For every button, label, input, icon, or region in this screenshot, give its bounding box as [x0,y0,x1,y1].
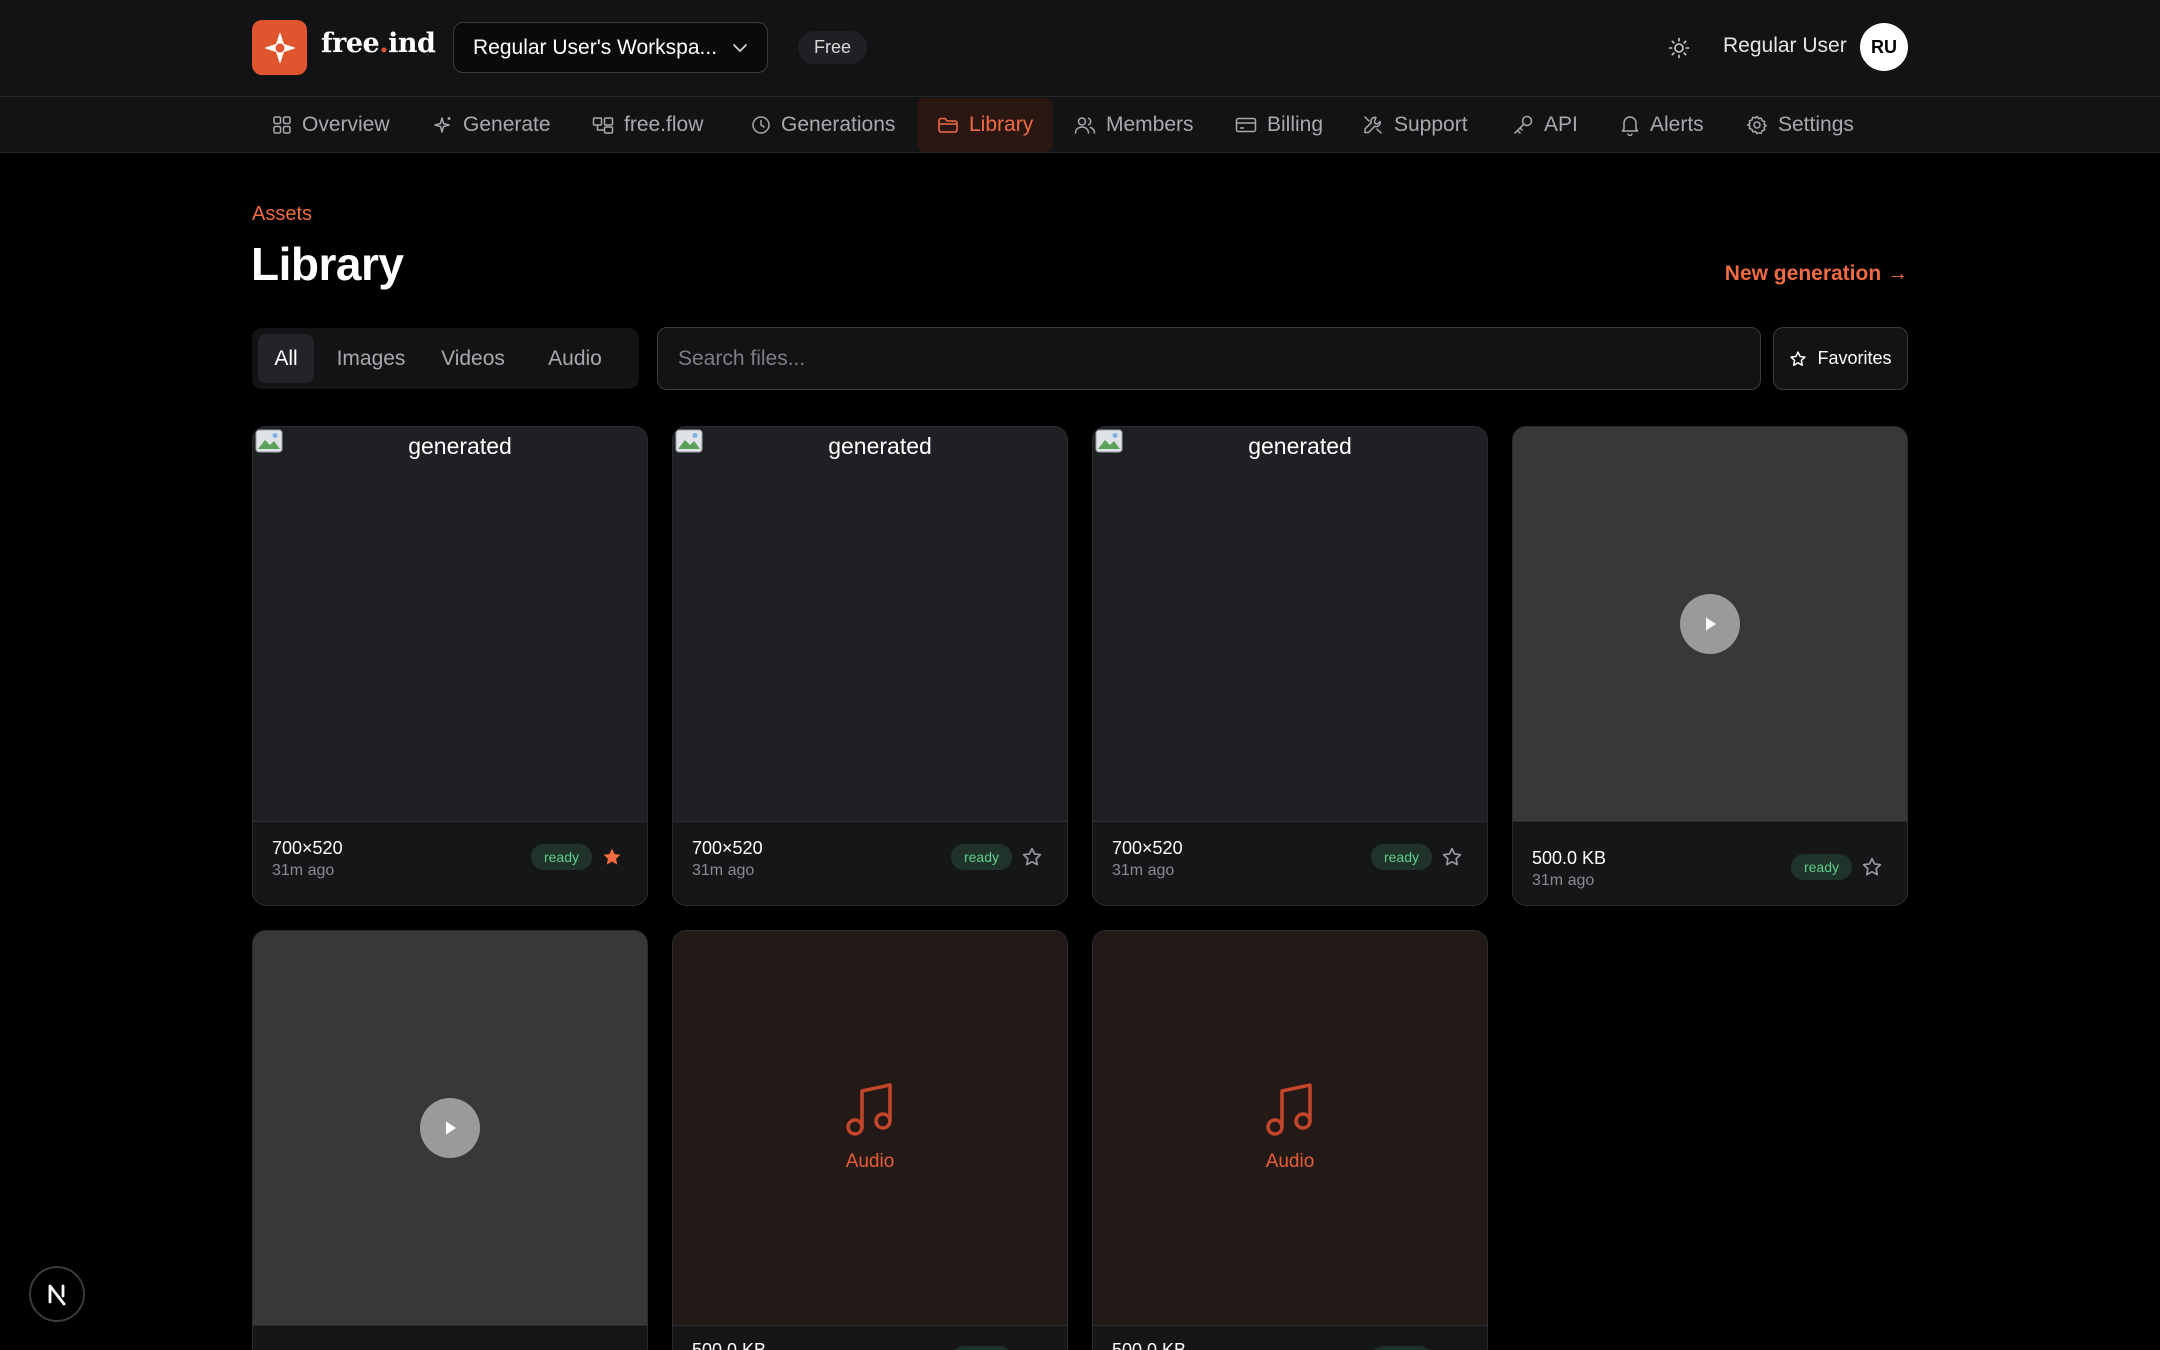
nav-item-settings[interactable]: Settings [1726,98,1874,152]
asset-meta: 700×520 31m ago ready [253,821,647,905]
media-filter-tabs: All Images Videos Audio [252,328,639,389]
play-icon [446,1121,456,1135]
star-filled-icon[interactable] [601,846,623,868]
star-icon[interactable] [1441,846,1463,868]
status-badge: ready [1370,1346,1432,1350]
nav-item-alerts[interactable]: Alerts [1600,98,1724,152]
image-thumbnail: generated [673,427,1067,821]
asset-meta: 700×520 31m ago ready [1093,821,1487,905]
image-alt-text: generated [408,433,512,459]
asset-size: 500.0 KB [692,1340,767,1350]
asset-size: 500.0 KB [1112,1340,1187,1350]
sparkle-icon [434,117,451,133]
card-icon [1235,117,1257,133]
nav-item-generations[interactable]: Generations [731,98,915,152]
image-alt-text: generated [1248,433,1352,459]
workspace-name: Regular User's Workspa... [473,35,718,59]
clock-icon [752,116,770,134]
audio-thumbnail: Audio [673,931,1067,1325]
asset-card[interactable] [252,930,648,1350]
theme-toggle[interactable] [1664,33,1694,63]
asset-time: 31m ago [692,862,755,879]
play-icon [1706,617,1716,631]
workspace-selector[interactable]: Regular User's Workspa... [453,22,768,73]
asset-meta: 700×520 31m ago ready [673,821,1067,905]
avatar[interactable]: RU [1860,23,1908,71]
asset-card[interactable]: Audio 500.0 KB ready [672,930,1068,1350]
asset-dimensions: 700×520 [692,838,763,858]
play-button[interactable] [420,1098,480,1158]
dev-tools-button[interactable] [29,1266,85,1322]
status-badge: ready [950,1346,1012,1350]
audio-label: Audio [1265,1151,1315,1172]
asset-meta: 500.0 KB ready [673,1325,1067,1350]
star-icon[interactable] [1861,856,1883,878]
tools-icon [1364,116,1382,134]
asset-card[interactable]: generated 700×520 31m ago ready [672,426,1068,906]
music-note-icon [1266,1083,1312,1136]
audio-thumbnail: Audio [1093,931,1487,1325]
grid-icon [273,116,291,134]
page-title: Library [251,238,404,290]
asset-card[interactable]: Audio 500.0 KB ready [1092,930,1488,1350]
tab-images[interactable]: Images [323,334,419,383]
video-thumbnail [1513,427,1907,821]
status-badge: ready [530,844,592,870]
tab-all[interactable]: All [258,334,314,383]
asset-meta: 500.0 KB 31m ago ready [1513,821,1907,905]
status-badge: ready [950,844,1012,870]
users-icon [1074,117,1096,134]
gear-icon [1747,115,1767,135]
nav-item-support[interactable]: Support [1342,98,1488,152]
asset-card[interactable]: 500.0 KB 31m ago ready [1512,426,1908,906]
key-icon [1514,115,1533,134]
bell-icon [1621,116,1639,136]
asset-meta: 500.0 KB ready [1093,1325,1487,1350]
nav-item-library[interactable]: Library [917,98,1054,152]
asset-dimensions: 700×520 [1112,838,1183,858]
status-badge: ready [1370,844,1432,870]
music-note-icon [846,1083,892,1136]
image-thumbnail: generated [253,427,647,821]
new-generation-link[interactable]: New generation → [1725,262,1908,286]
brand-name[interactable]: free.ind [321,28,436,59]
asset-time: 31m ago [1532,872,1595,889]
star-icon[interactable] [1021,846,1043,868]
nav-item-generate[interactable]: Generate [413,98,571,152]
nav-item-api[interactable]: API [1492,98,1598,152]
star-icon [1790,350,1807,366]
nav-item-flow[interactable]: free.flow [572,98,723,152]
folder-icon [938,117,958,133]
sun-icon [1668,37,1690,59]
favorites-button[interactable]: Favorites [1773,327,1908,390]
image-thumbnail: generated [1093,427,1487,821]
tab-videos[interactable]: Videos [426,334,520,383]
flow-icon [592,117,614,134]
next-logo-icon [48,1284,66,1306]
asset-dimensions: 700×520 [272,838,343,858]
asset-size: 500.0 KB [1532,848,1607,868]
asset-time: 31m ago [272,862,335,879]
search-input[interactable] [657,327,1761,390]
chevron-down-icon [733,43,747,52]
top-bar: free.ind Regular User's Workspa... Free … [0,0,2160,97]
asset-card[interactable]: generated 700×520 31m ago ready [252,426,648,906]
nav-item-overview[interactable]: Overview [252,98,410,152]
breadcrumb[interactable]: Assets [252,203,312,226]
main-nav: Overview Generate free.flow Generations … [0,97,2160,153]
nav-item-billing[interactable]: Billing [1215,98,1343,152]
status-badge: ready [1790,854,1852,880]
video-thumbnail [253,931,647,1325]
logo-icon[interactable] [252,20,307,75]
plan-badge: Free [798,31,868,64]
asset-card[interactable]: generated 700×520 31m ago ready [1092,426,1488,906]
audio-label: Audio [845,1151,895,1172]
asset-meta [253,1325,647,1350]
asset-time: 31m ago [1112,862,1175,879]
play-button[interactable] [1680,594,1740,654]
image-alt-text: generated [828,433,932,459]
nav-item-members[interactable]: Members [1054,98,1214,152]
user-name[interactable]: Regular User [1723,34,1847,58]
tab-audio[interactable]: Audio [528,334,622,383]
